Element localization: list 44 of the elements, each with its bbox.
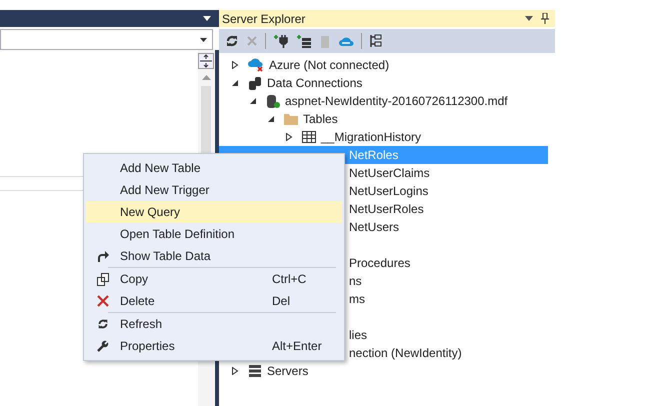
dropdown-icon[interactable] [525,16,533,21]
collapsed-icon[interactable] [231,367,239,375]
scroll-up-icon[interactable] [202,75,210,80]
folder-icon [284,113,298,125]
refresh-icon [97,318,109,330]
expanded-icon[interactable] [249,97,257,105]
expanded-icon[interactable] [267,115,275,123]
database-icon [248,76,262,90]
wrench-icon [97,340,109,352]
menu-item[interactable]: Refresh [86,313,342,335]
menu-item[interactable]: Open Table Definition [86,223,342,245]
splitter-icon[interactable] [198,53,214,69]
plug-icon[interactable] [273,34,289,48]
menu-item[interactable]: Copy Ctrl+C [86,268,342,290]
refresh-icon[interactable] [225,34,239,48]
delete-icon [97,295,109,307]
menu-item[interactable]: Add New Trigger [86,179,342,201]
redo-icon [97,250,109,262]
tree-item[interactable]: Servers [219,362,555,380]
menu-item[interactable]: Properties Alt+Enter [86,335,342,357]
caret-icon [200,38,207,42]
menu-item[interactable]: Delete Del [86,290,342,312]
server-add-icon[interactable] [296,34,312,48]
menu-item[interactable]: Show Table Data [86,245,342,267]
table-icon [302,131,316,143]
pin-icon[interactable] [541,13,549,24]
cloud-icon[interactable] [338,35,354,47]
panel-title: Server Explorer [222,12,306,26]
hierarchy-icon[interactable] [369,34,383,48]
collapsed-icon[interactable] [285,133,293,141]
tree-item[interactable]: Tables [219,110,555,128]
collapsed-icon[interactable] [231,61,239,69]
cloud-icon [248,58,264,72]
server-icon [248,364,262,378]
tree-item[interactable]: __MigrationHistory [219,128,555,146]
tree-item[interactable]: Azure (Not connected) [219,56,555,74]
database-icon [266,94,280,108]
dropdown-field[interactable] [0,29,213,50]
tree-item[interactable]: aspnet-NewIdentity-20160726112300.mdf [219,92,555,110]
dropdown-icon[interactable] [203,16,211,21]
expanded-icon[interactable] [231,79,239,87]
copy-icon [97,272,109,286]
tree-item[interactable]: Data Connections [219,74,555,92]
menu-item[interactable]: New Query [86,201,342,223]
